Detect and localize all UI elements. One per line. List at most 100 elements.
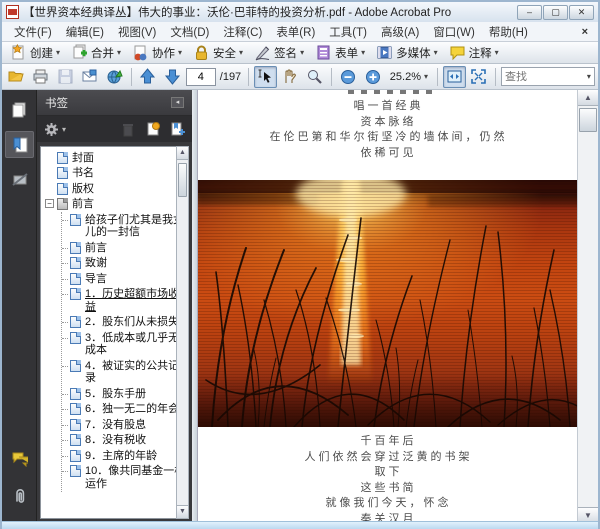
task-button-label: 注释: [468, 47, 492, 60]
comments-panel-tab[interactable]: [5, 445, 34, 472]
bookmark-item[interactable]: 1．历史超额市场收益: [62, 287, 188, 315]
document-scrollbar[interactable]: ▲ ▼: [577, 90, 598, 523]
menubar-close-icon[interactable]: ×: [578, 26, 592, 38]
task-button-forms[interactable]: 表单 ▾: [311, 43, 369, 62]
combine-icon: [71, 44, 88, 61]
bookmarks-tree: 封面 书名 版权 − 前言 给孩子们尤其是我女儿的一封信 前言 致谢 导言 1．历史超额市场收益 2…: [40, 146, 189, 519]
scrollbar-thumb[interactable]: [178, 163, 187, 197]
task-button-security[interactable]: 安全 ▾: [189, 43, 247, 62]
find-input[interactable]: [504, 70, 587, 83]
delete-bookmark-button[interactable]: [119, 121, 136, 138]
poem-line: 唱一首经典: [353, 100, 424, 112]
menu-item[interactable]: 窗口(W): [427, 22, 481, 42]
menu-item[interactable]: 编辑(E): [60, 22, 110, 42]
task-button-label: 签名: [274, 47, 298, 60]
expand-current-bookmark-button[interactable]: [144, 121, 161, 138]
previous-page-button[interactable]: [137, 66, 160, 88]
scrollbar-thumb[interactable]: [579, 108, 597, 132]
fit-page-button[interactable]: [468, 66, 491, 88]
task-button-combine[interactable]: 合并 ▾: [67, 43, 125, 62]
options-menu-button[interactable]: ▾: [43, 121, 66, 138]
chevron-down-icon: ▾: [433, 48, 438, 57]
bookmark-item[interactable]: 2．股东们从未损失: [62, 315, 188, 331]
bookmark-item[interactable]: 9．主席的年龄: [62, 448, 188, 464]
menu-item[interactable]: 工具(T): [323, 22, 373, 42]
bookmark-item[interactable]: 8．没有税收: [62, 433, 188, 449]
bookmark-item[interactable]: 10．像共同基金一样运作: [62, 464, 188, 492]
zoom-in-button[interactable]: [361, 66, 384, 88]
bookmark-item[interactable]: 4．被证实的公共记录: [62, 358, 188, 386]
open-file-button[interactable]: [5, 66, 28, 88]
menu-item[interactable]: 帮助(H): [483, 22, 534, 42]
panel-collapse-button[interactable]: ◂: [171, 97, 184, 108]
create-button[interactable]: 创建 ▾: [6, 43, 64, 62]
new-bookmark-button[interactable]: [169, 121, 186, 138]
bookmark-page-icon: [57, 182, 68, 195]
document-page[interactable]: 唱一首经典 资本脉络 在伦巴第和华尔街坚冷的墙体间，仍然 依稀可见 千百年后 人…: [198, 90, 581, 523]
bookmark-item[interactable]: 书名: [45, 166, 188, 182]
tasks-toolbar: 创建 ▾ 合并 ▾ 协作 ▾ 安全 ▾ 签名 ▾ 表单 ▾ 多媒体 ▾ 注释 ▾: [2, 42, 598, 64]
bookmarks-scrollbar[interactable]: ▲ ▼: [176, 146, 189, 519]
bookmark-item[interactable]: 导言: [62, 271, 188, 287]
task-button-label: 安全: [213, 47, 237, 60]
menu-item[interactable]: 视图(V): [112, 22, 162, 42]
next-page-button[interactable]: [161, 66, 184, 88]
task-button-multimedia[interactable]: 多媒体 ▾: [372, 43, 442, 62]
task-button-comment[interactable]: 注释 ▾: [445, 43, 503, 62]
scroll-up-arrow[interactable]: ▲: [177, 147, 188, 160]
multimedia-icon: [376, 44, 393, 61]
signatures-panel-tab[interactable]: [5, 166, 34, 193]
poem-line: 就像我们今天，怀念: [325, 497, 452, 509]
chevron-down-icon: ▾: [56, 48, 61, 57]
minimize-button[interactable]: –: [517, 4, 542, 20]
fit-width-button[interactable]: [442, 65, 466, 88]
bookmarks-panel-tab[interactable]: [4, 131, 34, 158]
bookmark-item[interactable]: 致谢: [62, 256, 188, 272]
bookmark-page-icon: [57, 151, 68, 164]
chevron-down-icon: ▾: [117, 48, 122, 57]
bookmark-item[interactable]: 前言: [62, 240, 188, 256]
find-field[interactable]: ▾: [500, 67, 595, 86]
marquee-zoom-button[interactable]: [303, 66, 326, 88]
bookmark-page-icon: [70, 272, 81, 285]
bookmark-item[interactable]: − 前言: [45, 197, 188, 213]
save-button[interactable]: [54, 66, 77, 88]
bookmark-page-icon: [70, 387, 81, 400]
pages-icon: [11, 101, 28, 118]
poem-line: 资本脉络: [360, 115, 417, 128]
menu-item[interactable]: 注释(C): [217, 22, 268, 42]
arrow-up-icon: [139, 68, 156, 85]
bookmark-item[interactable]: 给孩子们尤其是我女儿的一封信: [62, 212, 188, 240]
task-button-sign[interactable]: 签名 ▾: [250, 43, 308, 62]
share-button[interactable]: [103, 66, 126, 88]
print-button[interactable]: [30, 66, 53, 88]
pages-panel-tab[interactable]: [5, 96, 34, 123]
bookmark-item[interactable]: 5．股东手册: [62, 386, 188, 402]
email-button[interactable]: [79, 66, 102, 88]
menu-item[interactable]: 表单(R): [270, 22, 321, 42]
page-number-input[interactable]: [185, 67, 216, 86]
task-button-collaborate[interactable]: 协作 ▾: [128, 43, 186, 62]
menu-item[interactable]: 文件(F): [8, 22, 58, 42]
bookmark-item[interactable]: 3．低成本或几乎无成本: [62, 330, 188, 358]
collapse-toggle-icon[interactable]: −: [45, 199, 54, 208]
hand-tool-button[interactable]: [279, 66, 302, 88]
zoom-level-dropdown[interactable]: 25.2% ▾: [386, 70, 432, 84]
scroll-up-arrow[interactable]: ▲: [578, 90, 598, 106]
attachments-panel-tab[interactable]: [5, 482, 34, 509]
task-button-label: 协作: [152, 47, 176, 60]
menu-item[interactable]: 文档(D): [164, 22, 215, 42]
select-tool-button[interactable]: [254, 65, 277, 88]
bookmark-label: 书名: [72, 167, 94, 179]
close-button[interactable]: ✕: [569, 4, 594, 20]
zoom-out-button[interactable]: [337, 66, 360, 88]
scroll-down-arrow[interactable]: ▼: [177, 505, 188, 518]
menu-item[interactable]: 高级(A): [375, 22, 425, 42]
maximize-button[interactable]: ▢: [543, 4, 568, 20]
bookmark-item[interactable]: 7．没有股息: [62, 417, 188, 433]
bookmark-item[interactable]: 封面: [45, 150, 188, 166]
bookmark-item[interactable]: 版权: [45, 181, 188, 197]
cropped-text-line: [348, 90, 434, 94]
bookmark-item[interactable]: 6．独一无二的年会: [62, 402, 188, 418]
bookmark-children: 给孩子们尤其是我女儿的一封信 前言 致谢 导言 1．历史超额市场收益 2．股东们从未损失 3…: [61, 212, 188, 492]
